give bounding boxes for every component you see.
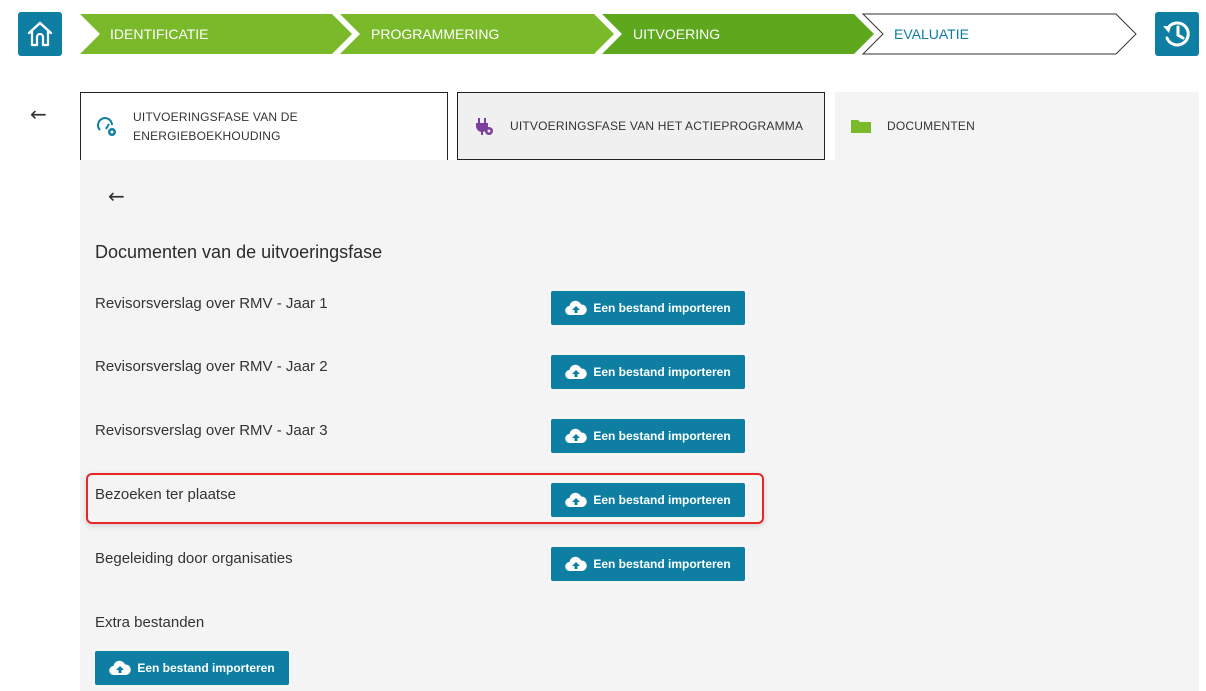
import-button-jaar-3[interactable]: Een bestand importeren [551, 419, 745, 453]
import-button-label: Een bestand importeren [137, 661, 275, 675]
cloud-upload-icon [565, 300, 588, 316]
import-button-extra[interactable]: Een bestand importeren [95, 651, 289, 685]
document-label-jaar-2: Revisorsverslag over RMV - Jaar 2 [95, 358, 328, 375]
document-label-bezoeken: Bezoeken ter plaatse [95, 486, 236, 503]
document-label-extra: Extra bestanden [95, 614, 205, 631]
phase-identificatie[interactable]: IDENTIFICATIE [110, 13, 209, 55]
gauge-gear-icon [97, 116, 117, 137]
history-icon [1163, 21, 1190, 47]
import-button-begeleiding[interactable]: Een bestand importeren [551, 547, 745, 581]
folder-icon [851, 118, 871, 134]
document-label-jaar-1: Revisorsverslag over RMV - Jaar 1 [95, 295, 328, 312]
tab-energieboekhouding-line1: UITVOERINGSFASE VAN DE [133, 109, 298, 124]
history-button[interactable] [1155, 12, 1199, 56]
tab-energieboekhouding-line2: ENERGIEBOEKHOUDING [133, 128, 281, 143]
cloud-upload-icon [565, 556, 588, 572]
import-button-bezoeken[interactable]: Een bestand importeren [551, 483, 745, 517]
page-title: Documenten van de uitvoeringsfase [95, 242, 383, 262]
cloud-upload-icon [565, 364, 588, 380]
document-label-jaar-3: Revisorsverslag over RMV - Jaar 3 [95, 422, 328, 439]
import-button-jaar-2[interactable]: Een bestand importeren [551, 355, 745, 389]
tab-actieprogramma-label: UITVOERINGSFASE VAN HET ACTIEPROGRAMMA [510, 118, 804, 133]
cloud-upload-icon [565, 428, 588, 444]
import-button-label: Een bestand importeren [593, 429, 731, 443]
back-arrow-icon[interactable]: ← [30, 104, 47, 124]
tab-documenten[interactable]: DOCUMENTEN [835, 92, 1199, 160]
tab-actieprogramma[interactable]: UITVOERINGSFASE VAN HET ACTIEPROGRAMMA [457, 92, 825, 160]
import-button-label: Een bestand importeren [593, 301, 731, 315]
panel-back-arrow-icon[interactable]: ← [108, 186, 125, 206]
phase-stepper: IDENTIFICATIE PROGRAMMERING UITVOERING E… [0, 13, 1206, 55]
phase-evaluatie[interactable]: EVALUATIE [894, 13, 969, 55]
tab-energieboekhouding[interactable]: UITVOERINGSFASE VAN DE ENERGIEBOEKHOUDIN… [80, 92, 448, 160]
import-button-label: Een bestand importeren [593, 557, 731, 571]
phase-uitvoering[interactable]: UITVOERING [633, 13, 720, 55]
document-label-begeleiding: Begeleiding door organisaties [95, 550, 293, 567]
import-button-label: Een bestand importeren [593, 365, 731, 379]
import-button-label: Een bestand importeren [593, 493, 731, 507]
cloud-upload-icon [109, 660, 132, 676]
import-button-jaar-1[interactable]: Een bestand importeren [551, 291, 745, 325]
phase-programmering[interactable]: PROGRAMMERING [371, 13, 499, 55]
plug-gear-icon [474, 116, 494, 136]
tab-documenten-label: DOCUMENTEN [887, 118, 975, 133]
cloud-upload-icon [565, 492, 588, 508]
